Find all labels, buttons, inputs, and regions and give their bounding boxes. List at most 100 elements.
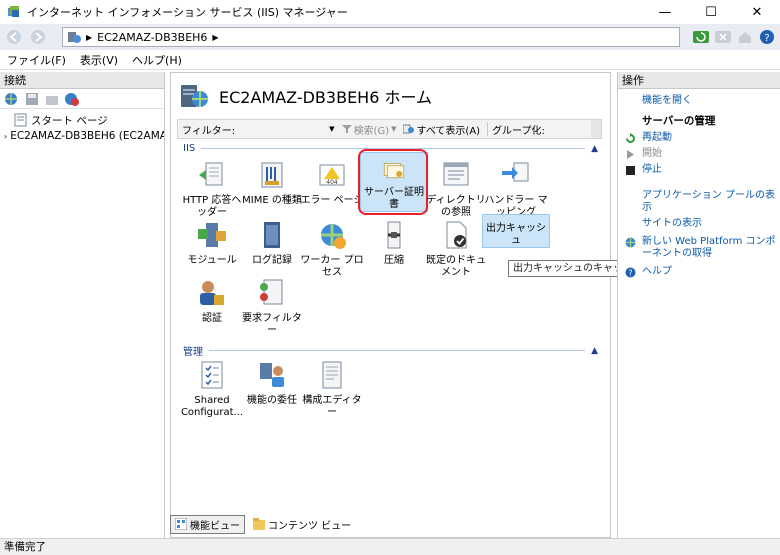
refresh-tool[interactable]	[692, 28, 710, 46]
tree-item-server[interactable]: › EC2AMAZ-DB3BEH6 (EC2AMA	[0, 128, 164, 144]
action-label: サイトの表示	[642, 218, 702, 229]
server-icon	[68, 32, 81, 43]
forward-button[interactable]	[28, 27, 48, 47]
svg-text:404: 404	[326, 179, 338, 186]
delegation-icon	[260, 363, 284, 387]
menu-help[interactable]: ヘルプ(H)	[125, 52, 189, 68]
start-page-icon	[14, 113, 27, 127]
filter-input[interactable]	[237, 122, 329, 136]
action-help[interactable]: ? ヘルプ	[618, 266, 780, 278]
section-server-management: サーバーの管理	[642, 115, 716, 127]
connections-header: 接続	[0, 72, 164, 89]
tree-item-start-page[interactable]: スタート ページ	[0, 112, 164, 128]
stop-icon	[715, 31, 731, 43]
breadcrumb-server[interactable]: EC2AMAZ-DB3BEH6	[97, 31, 207, 44]
feature-label: 既定のドキュメント	[426, 255, 486, 278]
error-pages-icon: 404	[319, 164, 345, 186]
window-title: インターネット インフォメーション サービス (IIS) マネージャー	[27, 6, 348, 19]
minimize-button[interactable]: —	[642, 0, 688, 24]
toolbar-overflow[interactable]	[591, 120, 601, 138]
action-view-app-pools[interactable]: アプリケーション プールの表示	[618, 190, 780, 214]
action-web-platform[interactable]: 新しい Web Platform コンポーネントの取得	[618, 236, 780, 260]
default-document-icon	[446, 221, 467, 249]
search-button[interactable]: 検索(G) ▼	[339, 122, 400, 137]
search-label: 検索(G)	[353, 125, 390, 137]
group-header-management[interactable]: 管理 ▲	[183, 343, 598, 359]
back-arrow-icon	[7, 30, 21, 44]
action-view-sites[interactable]: サイトの表示	[618, 218, 780, 230]
feature-logging[interactable]: ログ記録	[239, 219, 305, 267]
feature-label: HTTP 応答ヘッダー	[182, 195, 242, 218]
feature-request-filtering[interactable]: 要求フィルター	[239, 277, 305, 337]
feature-http-response-headers[interactable]: HTTP 応答ヘッダー	[179, 159, 245, 219]
feature-modules[interactable]: モジュール	[179, 219, 245, 267]
tree-expand-icon[interactable]: ›	[4, 132, 7, 141]
breadcrumb-separator[interactable]: ▶	[212, 33, 218, 42]
feature-configuration-editor[interactable]: 構成エディター	[299, 359, 365, 419]
disconnect-tool[interactable]	[64, 91, 80, 107]
group-title: IIS	[183, 143, 196, 154]
filter-bar: フィルター: ▼ 検索(G) ▼ すべて表示(A) グループ化:	[177, 119, 602, 139]
menu-file[interactable]: ファイル(F)	[0, 52, 73, 68]
help-icon: ?	[624, 266, 636, 278]
feature-label: エラー ページ	[300, 195, 364, 206]
filter-separator	[487, 122, 489, 136]
feature-default-document[interactable]: 既定のドキュメント	[423, 219, 489, 279]
close-button[interactable]: ✕	[734, 0, 780, 24]
connect-globe-icon	[5, 92, 17, 105]
feature-worker-processes[interactable]: ワーカー プロセス	[299, 219, 365, 279]
feature-mime-types[interactable]: MIME の種類	[239, 159, 305, 207]
svg-text:?: ?	[628, 268, 632, 277]
forward-arrow-icon	[31, 30, 45, 44]
modules-icon	[198, 223, 226, 247]
action-start[interactable]: 開始	[618, 148, 780, 160]
tab-content-view[interactable]: コンテンツ ビュー	[249, 516, 355, 533]
action-stop[interactable]: 停止	[618, 164, 780, 176]
iis-app-icon	[8, 6, 19, 17]
tab-features-view[interactable]: 機能ビュー	[170, 514, 245, 534]
feature-handler-mappings[interactable]: ハンドラー マッピング	[483, 159, 549, 219]
menu-view[interactable]: 表示(V)	[73, 52, 125, 68]
feature-label: 認証	[202, 313, 222, 324]
back-button[interactable]	[4, 27, 24, 47]
collapse-icon[interactable]: ▲	[591, 346, 598, 356]
connect-tool[interactable]	[4, 91, 20, 107]
group-by-label[interactable]: グループ化:	[492, 122, 545, 137]
action-open-feature[interactable]: 機能を開く	[618, 95, 780, 107]
content-view-icon	[253, 518, 265, 530]
address-bar: ▶ EC2AMAZ-DB3BEH6 ▶ ?	[0, 24, 780, 50]
feature-delegation[interactable]: 機能の委任	[239, 359, 305, 407]
action-label: 再起動	[642, 132, 672, 143]
play-icon	[624, 148, 636, 160]
mime-types-icon	[261, 162, 283, 188]
collapse-icon[interactable]: ▲	[591, 144, 598, 154]
tree-item-label: EC2AMAZ-DB3BEH6 (EC2AMA	[10, 130, 164, 142]
show-all-button[interactable]: すべて表示(A)	[400, 122, 484, 137]
stop-tool[interactable]	[714, 28, 732, 46]
feature-label: ワーカー プロセス	[300, 255, 364, 278]
help-tool[interactable]: ?	[758, 28, 776, 46]
up-tool[interactable]	[44, 91, 60, 107]
action-label: ヘルプ	[642, 266, 672, 277]
feature-error-pages[interactable]: 404 エラー ページ	[299, 159, 365, 207]
feature-authentication[interactable]: 認証	[179, 277, 245, 325]
feature-compression[interactable]: 圧縮	[361, 219, 427, 267]
action-label: 停止	[642, 164, 662, 175]
feature-output-caching[interactable]: 出力キャッシュ	[482, 214, 550, 248]
actions-pane: 操作 機能を開く サーバーの管理 再起動 開始 停止 アプリケーション プールの…	[617, 72, 780, 538]
action-label: 開始	[642, 148, 662, 159]
address-field[interactable]: ▶ EC2AMAZ-DB3BEH6 ▶	[62, 27, 680, 47]
feature-directory-browsing[interactable]: ディレクトリの参照	[423, 159, 489, 219]
feature-shared-configuration[interactable]: Shared Configurat...	[179, 359, 245, 419]
restart-icon	[624, 132, 636, 144]
action-restart[interactable]: 再起動	[618, 132, 780, 144]
home-tool[interactable]	[736, 28, 754, 46]
group-title: 管理	[183, 347, 203, 358]
maximize-button[interactable]: ☐	[688, 0, 734, 24]
feature-label: 圧縮	[384, 255, 404, 266]
web-platform-icon	[624, 236, 636, 248]
save-tool[interactable]	[24, 91, 40, 107]
filter-dropdown-icon[interactable]: ▼	[329, 125, 334, 133]
action-label: 機能を開く	[642, 95, 692, 106]
authentication-icon	[200, 281, 224, 305]
